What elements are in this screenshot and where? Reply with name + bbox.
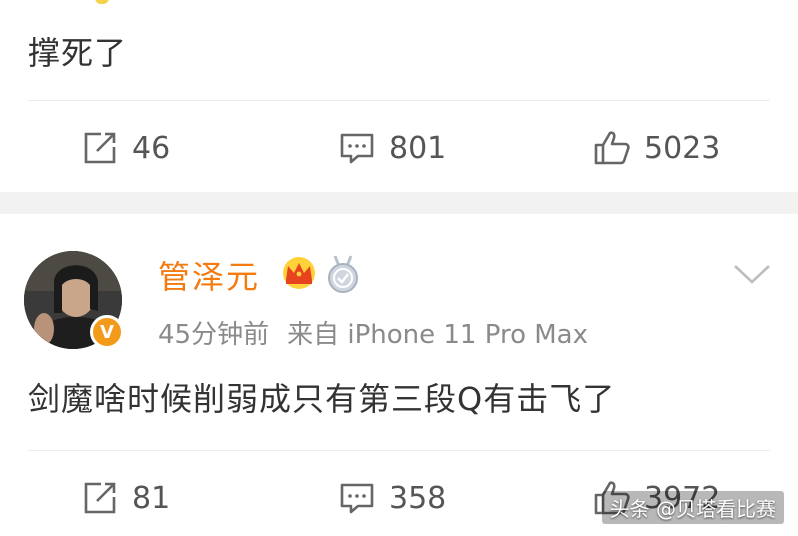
watermark: 头条 @贝塔看比赛 — [601, 491, 784, 524]
chevron-down-icon[interactable] — [732, 262, 772, 290]
feed-separator — [0, 192, 798, 214]
post-meta: 45分钟前 来自 iPhone 11 Pro Max — [158, 314, 588, 351]
username[interactable]: 管泽元 — [158, 252, 260, 298]
post-text: 剑魔啥时候削弱成只有第三段Q有击飞了 — [28, 380, 616, 418]
divider — [28, 100, 770, 101]
repost-button[interactable]: 81 — [80, 468, 170, 528]
emoji-fragment — [95, 0, 109, 4]
weibo-feed: 撑死了 46 801 5023 V 管泽元 45分钟前 来自 iPhone 11… — [0, 0, 798, 536]
like-icon — [592, 128, 632, 168]
repost-icon — [80, 128, 120, 168]
repost-count: 46 — [132, 130, 171, 166]
verified-badge-icon: V — [90, 315, 124, 349]
like-button[interactable]: 5023 — [592, 118, 720, 178]
post-time: 45分钟前 — [158, 320, 270, 350]
comment-icon — [337, 128, 377, 168]
medal-badge-icon[interactable] — [326, 254, 360, 298]
post-card-main: V 管泽元 45分钟前 来自 iPhone 11 Pro Max 剑魔啥时候削弱… — [0, 214, 798, 536]
crown-badge-icon[interactable] — [280, 256, 318, 294]
post-source: 来自 iPhone 11 Pro Max — [287, 320, 588, 350]
like-count: 5023 — [644, 130, 721, 166]
action-bar: 46 801 5023 — [0, 118, 798, 178]
comment-count: 358 — [389, 480, 447, 516]
comment-count: 801 — [389, 130, 447, 166]
comment-button[interactable]: 801 — [337, 118, 446, 178]
repost-button[interactable]: 46 — [80, 118, 170, 178]
post-text: 撑死了 — [28, 34, 128, 72]
divider — [28, 450, 770, 451]
repost-count: 81 — [132, 480, 171, 516]
comment-button[interactable]: 358 — [337, 468, 446, 528]
repost-icon — [80, 478, 120, 518]
comment-icon — [337, 478, 377, 518]
post-card-top: 撑死了 46 801 5023 — [0, 0, 798, 192]
